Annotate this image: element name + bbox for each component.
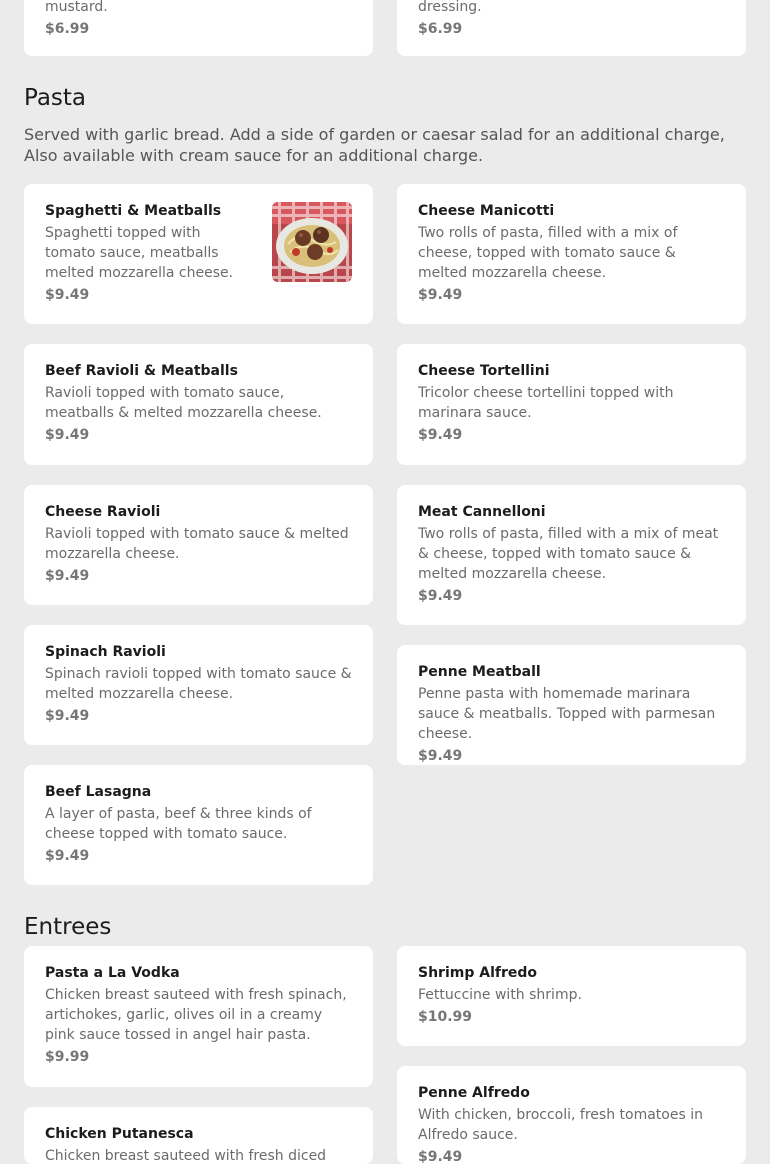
item-description: Tricolor cheese tortellini topped with m… — [418, 385, 674, 421]
item-description: Spinach ravioli topped with tomato sauce… — [45, 666, 352, 702]
item-price: $6.99 — [45, 21, 90, 37]
menu-item-card-cheese-manicotti[interactable]: Cheese Manicotti Two rolls of pasta, fil… — [397, 184, 746, 324]
item-price: $6.99 — [418, 21, 463, 37]
item-name: Chicken Putanesca — [45, 1126, 194, 1142]
item-name: Cheese Manicotti — [418, 203, 555, 219]
menu-item-card-spaghetti-meatballs[interactable]: Spaghetti & Meatballs Spaghetti topped w… — [24, 184, 373, 324]
item-name: Penne Meatball — [418, 664, 541, 680]
item-description: Spaghetti topped with tomato sauce, meat… — [45, 225, 234, 281]
item-name: Beef Lasagna — [45, 784, 152, 800]
menu-item-card-beef-lasagna[interactable]: Beef Lasagna A layer of pasta, beef & th… — [24, 765, 373, 885]
menu-page: mustard. $6.99 dressing. $6.99 Pasta Ser… — [0, 0, 770, 1164]
item-name: Cheese Ravioli — [45, 504, 161, 520]
item-photo[interactable] — [272, 202, 352, 282]
menu-item-card-cheese-ravioli[interactable]: Cheese Ravioli Ravioli topped with tomat… — [24, 485, 373, 605]
section-description-pasta: Served with garlic bread. Add a side of … — [24, 125, 725, 165]
item-price: $9.99 — [45, 1049, 90, 1065]
menu-item-card[interactable]: mustard. $6.99 — [24, 0, 373, 56]
item-description: Chicken breast sauteed with fresh spinac… — [45, 987, 347, 1043]
item-name: Spinach Ravioli — [45, 644, 166, 660]
item-description: Ravioli topped with tomato sauce, meatba… — [45, 385, 322, 421]
spaghetti-photo-icon — [272, 202, 352, 282]
item-name: Meat Cannelloni — [418, 504, 546, 520]
menu-item-card-beef-ravioli-meatballs[interactable]: Beef Ravioli & Meatballs Ravioli topped … — [24, 344, 373, 465]
item-price: $9.49 — [45, 427, 90, 443]
item-price: $9.49 — [45, 848, 90, 864]
item-description: Fettuccine with shrimp. — [418, 987, 582, 1003]
item-description: A layer of pasta, beef & three kinds of … — [45, 806, 312, 842]
item-price: $9.49 — [418, 588, 463, 604]
menu-item-card-spinach-ravioli[interactable]: Spinach Ravioli Spinach ravioli topped w… — [24, 625, 373, 745]
item-price: $10.99 — [418, 1009, 473, 1025]
menu-item-card-cheese-tortellini[interactable]: Cheese Tortellini Tricolor cheese tortel… — [397, 344, 746, 465]
item-name: Cheese Tortellini — [418, 363, 550, 379]
menu-item-card-pasta-a-la-vodka[interactable]: Pasta a La Vodka Chicken breast sauteed … — [24, 946, 373, 1087]
item-price: $9.49 — [418, 287, 463, 303]
item-name: Beef Ravioli & Meatballs — [45, 363, 238, 379]
item-description: Two rolls of pasta, filled with a mix of… — [418, 526, 719, 582]
item-description: dressing. — [418, 0, 482, 15]
menu-item-card-meat-cannelloni[interactable]: Meat Cannelloni Two rolls of pasta, fill… — [397, 485, 746, 625]
menu-item-card-shrimp-alfredo[interactable]: Shrimp Alfredo Fettuccine with shrimp. $… — [397, 946, 746, 1046]
item-price: $9.49 — [418, 748, 463, 764]
item-price: $9.49 — [45, 708, 90, 724]
item-name: Spaghetti & Meatballs — [45, 203, 222, 219]
item-name: Pasta a La Vodka — [45, 965, 180, 981]
item-description: Two rolls of pasta, filled with a mix of… — [418, 225, 678, 281]
section-title-entrees: Entrees — [24, 914, 112, 940]
item-description: mustard. — [45, 0, 108, 15]
item-price: $9.49 — [45, 568, 90, 584]
item-description: With chicken, broccoli, fresh tomatoes i… — [418, 1107, 703, 1143]
menu-item-card-penne-alfredo[interactable]: Penne Alfredo With chicken, broccoli, fr… — [397, 1066, 746, 1164]
item-description: Penne pasta with homemade marinara sauce… — [418, 686, 716, 742]
item-price: $9.49 — [418, 1149, 463, 1164]
menu-item-card[interactable]: dressing. $6.99 — [397, 0, 746, 56]
menu-item-card-chicken-putanesca[interactable]: Chicken Putanesca Chicken breast sauteed… — [24, 1107, 373, 1164]
item-description: Ravioli topped with tomato sauce & melte… — [45, 526, 349, 562]
item-description: Chicken breast sauteed with fresh diced — [45, 1148, 327, 1164]
item-name: Shrimp Alfredo — [418, 965, 537, 981]
menu-item-card-penne-meatball[interactable]: Penne Meatball Penne pasta with homemade… — [397, 645, 746, 765]
item-price: $9.49 — [45, 287, 90, 303]
section-title-pasta: Pasta — [24, 85, 87, 111]
item-name: Penne Alfredo — [418, 1085, 530, 1101]
item-price: $9.49 — [418, 427, 463, 443]
